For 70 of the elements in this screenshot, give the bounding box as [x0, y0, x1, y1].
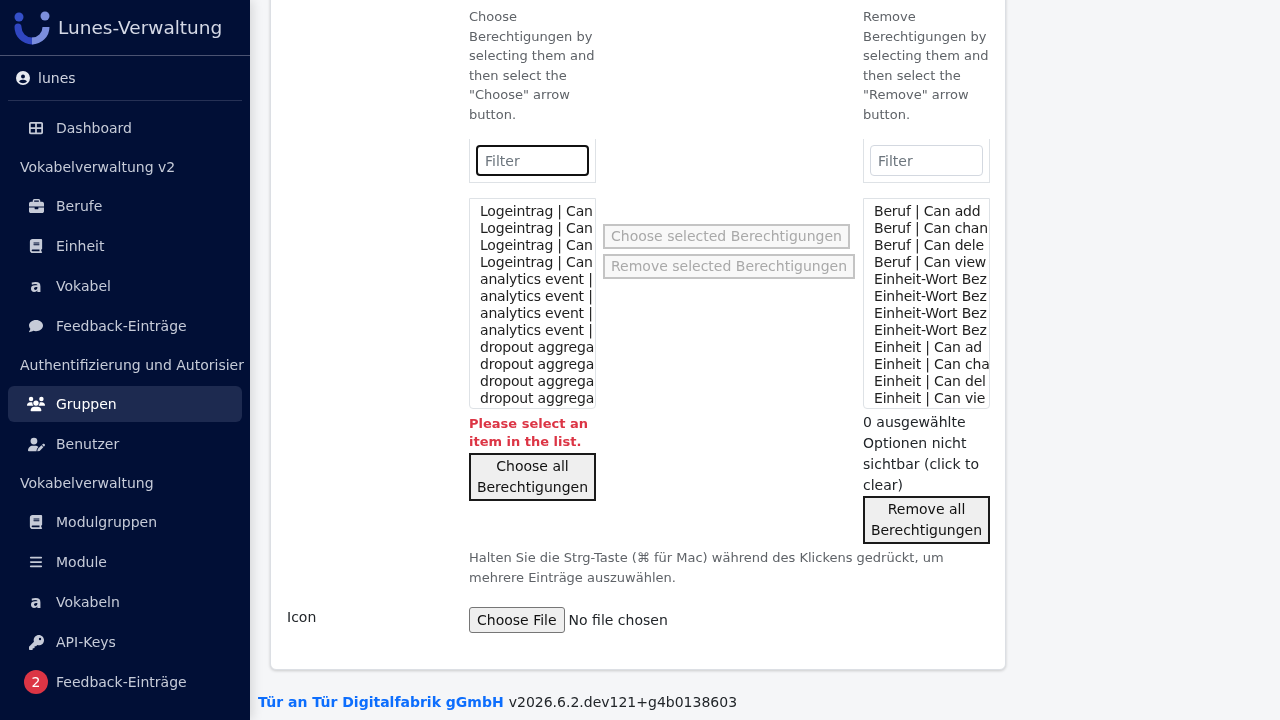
- permission-option[interactable]: dropout aggrega: [480, 373, 595, 390]
- permission-option[interactable]: analytics event |: [480, 271, 595, 288]
- permission-list[interactable]: [863, 198, 990, 409]
- sidebar-item[interactable]: 2 Feedback-Einträge: [8, 664, 242, 700]
- user-icon: [16, 71, 30, 85]
- permission-option[interactable]: dropout aggrega: [480, 356, 595, 373]
- version-text: v2026.6.2.dev121+g4b0138603: [508, 693, 738, 712]
- permission-option[interactable]: Beruf | Can dele: [874, 237, 989, 254]
- book-icon: [29, 515, 43, 529]
- permission-option[interactable]: Einheit | Can vie: [874, 390, 989, 407]
- permission-option[interactable]: Logeintrag | Can: [480, 254, 595, 271]
- hidden-options-notice[interactable]: 0 ausgewählte Optionen nicht sichtbar (click to clear): [863, 412, 990, 496]
- sidebar-section-title: Vokabelverwaltung v2: [19, 158, 177, 177]
- choose-all-button[interactable]: Choose all Berechtigungen: [469, 453, 596, 501]
- choose-file-button[interactable]: Choose File: [469, 607, 565, 633]
- permission-option[interactable]: Einheit-Wort Bez: [874, 288, 989, 305]
- sidebar-item[interactable]: a Vokabeln: [8, 584, 242, 620]
- permission-option[interactable]: Logeintrag | Can: [480, 203, 595, 220]
- permission-option[interactable]: dropout aggrega: [480, 339, 595, 356]
- sidebar-item[interactable]: a Vokabel: [8, 268, 242, 304]
- grid-icon: [29, 121, 43, 135]
- people-icon: [27, 395, 45, 413]
- logo-icon: [14, 10, 50, 45]
- sidebar-item[interactable]: Gruppen: [8, 386, 242, 422]
- help-text: Remove Berechtigungen by selecting them and then select the "Remove" arrow button.: [863, 8, 990, 124]
- sidebar-item[interactable]: Benutzer: [8, 426, 242, 462]
- filter-input[interactable]: Filter: [476, 145, 589, 176]
- speech-bubble-icon: [29, 319, 43, 333]
- sidebar-item[interactable]: Feedback-Einträge: [8, 308, 242, 344]
- sidebar-item[interactable]: Modulgruppen: [8, 504, 242, 540]
- permission-option[interactable]: Einheit-Wort Bez: [874, 322, 989, 339]
- permission-option[interactable]: Einheit-Wort Bez: [874, 271, 989, 288]
- briefcase-icon: [28, 198, 44, 214]
- permission-option[interactable]: Einheit | Can cha: [874, 356, 989, 373]
- permission-option[interactable]: Beruf | Can chan: [874, 220, 989, 237]
- permission-option[interactable]: analytics event |: [480, 305, 595, 322]
- key-icon: [28, 634, 44, 650]
- permission-option[interactable]: Beruf | Can view: [874, 254, 989, 271]
- file-status-text: No file chosen: [568, 612, 668, 628]
- permission-option[interactable]: analytics event |: [480, 322, 595, 339]
- permission-list[interactable]: [469, 198, 596, 409]
- brand-title[interactable]: Lunes-Verwaltung: [58, 17, 223, 38]
- sidebar-item[interactable]: Einheit: [8, 228, 242, 264]
- field-label: Icon: [287, 608, 318, 627]
- lines-icon: [29, 555, 43, 569]
- help-text: Choose Berechtigungen by selecting them and then select the "Choose" arrow button.: [469, 8, 596, 124]
- permission-option[interactable]: Einheit | Can ad: [874, 339, 989, 356]
- permission-option[interactable]: Beruf | Can add: [874, 203, 989, 220]
- company-link[interactable]: Tür an Tür Digitalfabrik gGmbH: [258, 692, 504, 712]
- book-icon: [29, 239, 43, 253]
- sidebar-item[interactable]: Module: [8, 544, 242, 580]
- count-badge: 2: [24, 670, 48, 694]
- sidebar-section-title: Vokabelverwaltung: [19, 474, 155, 493]
- person-pen-icon: [27, 435, 45, 453]
- remove-all-button[interactable]: Remove all Berechtigungen: [863, 496, 990, 544]
- error-message: Please select an item in the list.: [469, 415, 589, 451]
- permission-option[interactable]: analytics event |: [480, 288, 595, 305]
- letter-icon: a: [30, 593, 42, 611]
- sidebar-item[interactable]: Berufe: [8, 188, 242, 224]
- hint-text: Halten Sie die Strg-Taste (⌘ für Mac) während des Klickens gedrückt, um mehrere Einträge auszuwählen.: [469, 549, 945, 587]
- sidebar-item[interactable]: Dashboard: [8, 110, 242, 146]
- letter-icon: a: [30, 277, 42, 295]
- permission-option[interactable]: Logeintrag | Can: [480, 220, 595, 237]
- permission-option[interactable]: dropout aggrega: [480, 390, 595, 407]
- sidebar-item[interactable]: API-Keys: [8, 624, 242, 660]
- permission-option[interactable]: Einheit-Wort Bez: [874, 305, 989, 322]
- permission-option[interactable]: Einheit | Can del: [874, 373, 989, 390]
- permission-option[interactable]: Logeintrag | Can: [480, 237, 595, 254]
- username-text: lunes: [38, 70, 76, 86]
- sidebar-section-title: Authentifizierung und Autorisier: [19, 356, 245, 375]
